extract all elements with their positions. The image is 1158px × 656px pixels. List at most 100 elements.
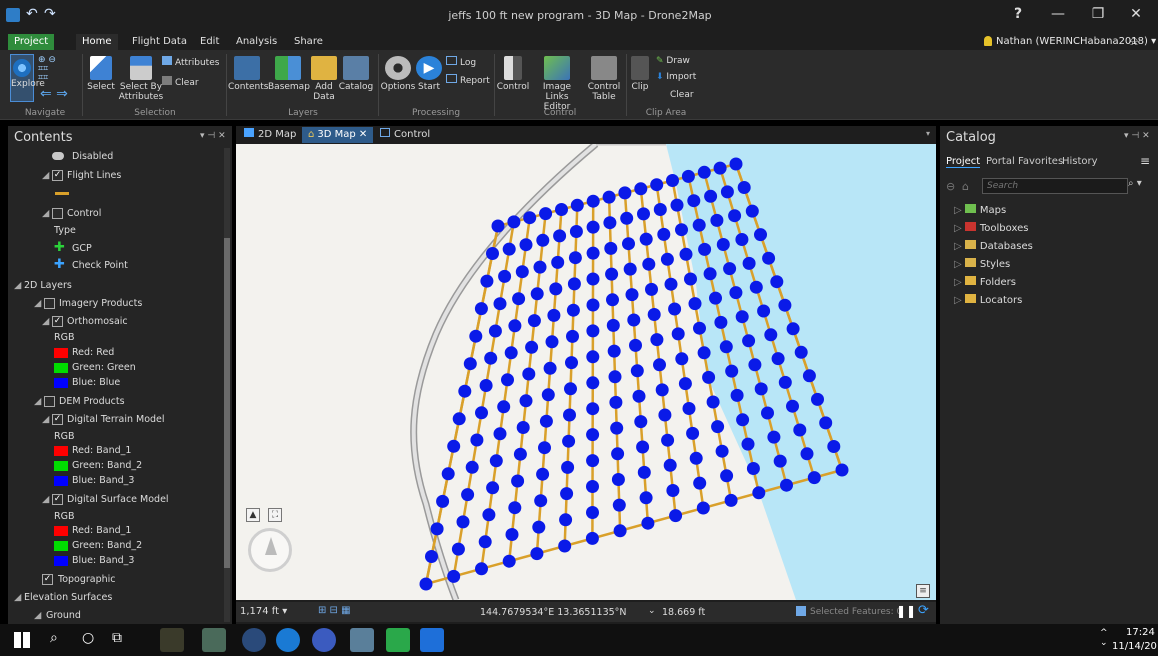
flight-point[interactable] [502,554,516,568]
expand-icon[interactable]: ◢ [42,494,49,505]
layer-flight-lines[interactable]: Flight Lines [67,170,121,181]
teamviewer-icon[interactable] [420,628,444,652]
flight-point[interactable] [532,520,546,534]
flight-point[interactable] [586,506,599,519]
flight-point[interactable] [502,242,516,256]
redo-button[interactable]: ↷ [44,6,56,22]
dtm-checkbox[interactable]: ✓ [52,414,63,425]
flight-point[interactable] [697,165,711,179]
tab-dropdown-icon[interactable]: ▾ [926,129,930,138]
clip-button[interactable]: Clip [628,56,652,92]
flight-point[interactable] [475,562,488,576]
flight-point[interactable] [441,467,455,481]
flight-point[interactable] [647,308,661,321]
drone2map-taskbar-icon[interactable] [386,628,410,652]
flight-point[interactable] [425,550,438,563]
flight-point[interactable] [636,440,650,454]
flight-point[interactable] [586,480,599,493]
log-button[interactable]: Log [446,56,476,68]
flight-point[interactable] [729,157,743,171]
expand-icon[interactable]: ◢ [42,316,49,327]
flight-point[interactable] [447,569,461,583]
flight-point[interactable] [508,319,522,333]
map-tool-icons[interactable]: ⊞ ⊟ ▦ [318,605,351,616]
flight-point[interactable] [603,216,617,230]
attributes-button[interactable]: Attributes [162,56,219,68]
flight-point[interactable] [773,454,787,468]
flight-point[interactable] [436,494,450,508]
imagery-products-checkbox[interactable] [44,298,55,309]
tab-2d-map[interactable]: 2D Map [238,127,302,143]
flight-point[interactable] [754,228,767,242]
flight-point[interactable] [724,493,738,507]
flight-point[interactable] [761,406,774,420]
flight-point[interactable] [530,547,544,561]
layer-control[interactable]: Control [67,208,101,219]
flight-point[interactable] [534,494,548,508]
layer-topographic[interactable]: Topographic [58,574,116,585]
flight-point[interactable] [475,406,488,420]
full-extent-icon[interactable]: ⛶ [268,508,282,522]
flight-point[interactable] [714,315,728,329]
flight-point[interactable] [612,498,626,512]
pane-pin-close[interactable]: ▾ ⊣ ✕ [200,131,226,141]
expand-icon[interactable]: ◢ [14,280,21,291]
flight-point[interactable] [632,389,646,403]
flight-point[interactable] [545,335,559,349]
flight-point[interactable] [586,350,600,364]
explore-button[interactable]: Explore [10,54,45,102]
flight-point[interactable] [570,198,584,212]
flight-point[interactable] [618,186,632,200]
flight-point[interactable] [586,324,600,338]
back-forward-icons[interactable]: ⇐ ⇒ [40,86,68,102]
flight-point[interactable] [491,219,505,233]
flight-point[interactable] [586,454,600,468]
catalog-item-locators[interactable]: ▷ Locators [954,294,1022,306]
expand-icon[interactable]: ◢ [42,208,49,219]
flight-point[interactable] [516,421,530,434]
add-data-button[interactable]: Add Data [310,56,338,102]
flight-point[interactable] [519,238,533,252]
flight-point[interactable] [697,346,711,360]
flight-point[interactable] [660,252,674,266]
expand-icon[interactable]: ◢ [34,610,41,621]
group-2d-layers[interactable]: 2D Layers [24,280,72,291]
task-view-icon[interactable]: ⧉ [112,630,122,646]
select-button[interactable]: Select [86,56,116,92]
windows-start-icon[interactable] [14,632,30,648]
flight-point[interactable] [669,509,683,523]
flight-point[interactable] [511,474,525,488]
flight-point[interactable] [719,340,733,354]
layer-dtm[interactable]: Digital Terrain Model [67,414,165,425]
coordinate-format-dropdown[interactable]: ⌄ [648,606,656,616]
flight-point[interactable] [515,265,529,279]
flight-point[interactable] [720,185,734,199]
clock-time[interactable]: 17:24 [1126,627,1155,638]
layer-ground[interactable]: Ground [46,610,81,621]
flight-point[interactable] [658,408,672,422]
flight-point[interactable] [793,423,807,437]
flight-point[interactable] [696,501,710,515]
flight-point[interactable] [543,361,557,375]
flight-point[interactable] [547,308,561,322]
expand-icon[interactable]: ◢ [14,592,21,603]
flight-point[interactable] [639,232,653,246]
flight-point[interactable] [486,481,500,495]
flight-point[interactable] [553,229,567,243]
flight-point[interactable] [706,395,720,409]
flight-point[interactable] [458,384,472,398]
flight-point[interactable] [522,367,536,381]
tab-share[interactable]: Share [288,34,329,50]
flight-point[interactable] [456,515,470,529]
expand-icon[interactable]: ◢ [42,414,49,425]
flight-point[interactable] [484,351,498,365]
flight-point[interactable] [762,251,776,265]
flight-point[interactable] [610,421,624,435]
flight-point[interactable] [698,242,712,256]
refresh-icon[interactable]: ⟳ [918,603,929,618]
flight-point[interactable] [742,334,756,348]
cortana-icon[interactable]: ○ [82,630,94,646]
flight-point[interactable] [630,364,644,378]
flight-point[interactable] [811,392,824,406]
topographic-checkbox[interactable]: ✓ [42,574,53,585]
